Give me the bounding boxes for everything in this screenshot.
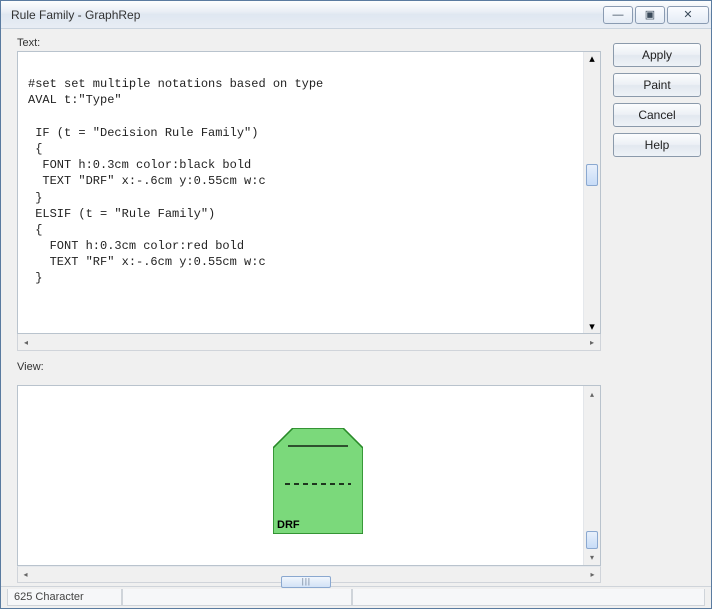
- view-vscroll-thumb[interactable]: [586, 531, 598, 549]
- view-panel[interactable]: DRF ▴ ▾: [17, 385, 601, 566]
- graph-shape: DRF: [273, 428, 363, 534]
- scroll-left-icon[interactable]: ◂: [19, 336, 33, 349]
- window-title: Rule Family - GraphRep: [11, 8, 140, 22]
- view-scroll-right-icon[interactable]: ▸: [585, 568, 600, 582]
- apply-button[interactable]: Apply: [613, 43, 701, 67]
- cancel-button[interactable]: Cancel: [613, 103, 701, 127]
- statusbar: 625 Character: [1, 586, 711, 608]
- text-scroll-thumb[interactable]: [586, 164, 598, 186]
- view-label: View:: [17, 361, 601, 373]
- shape-label: DRF: [277, 519, 300, 531]
- minimize-button[interactable]: —: [603, 6, 633, 24]
- scroll-grip-icon: |||: [302, 577, 311, 586]
- scroll-down-icon[interactable]: ▾: [589, 320, 595, 333]
- close-button[interactable]: ✕: [667, 6, 709, 24]
- view-hscroll[interactable]: ◂ ||| ▸: [17, 566, 601, 583]
- view-wrap: DRF ▴ ▾ ◂ ||| ▸: [17, 385, 601, 583]
- help-button[interactable]: Help: [613, 133, 701, 157]
- minimize-icon: —: [613, 9, 624, 21]
- scroll-up-icon[interactable]: ▴: [589, 52, 595, 65]
- maximize-icon: ▣: [645, 8, 655, 21]
- window-controls: — ▣ ✕: [601, 6, 709, 24]
- code-editor[interactable]: #set set multiple notations based on typ…: [17, 51, 601, 334]
- status-cell-3: [352, 589, 705, 606]
- maximize-button[interactable]: ▣: [635, 6, 665, 24]
- status-char-count: 625 Character: [7, 589, 122, 606]
- scroll-right-icon[interactable]: ▸: [585, 336, 599, 349]
- text-label: Text:: [17, 37, 601, 49]
- view-scroll-up-icon[interactable]: ▴: [585, 387, 600, 401]
- view-vscroll-track[interactable]: [584, 401, 600, 550]
- text-vscroll[interactable]: ▴ ▾: [583, 52, 600, 333]
- view-hscroll-thumb[interactable]: |||: [281, 576, 331, 588]
- close-icon: ✕: [683, 8, 692, 21]
- text-editor-wrap: #set set multiple notations based on typ…: [17, 51, 601, 351]
- titlebar[interactable]: Rule Family - GraphRep — ▣ ✕: [1, 1, 711, 29]
- window-root: Rule Family - GraphRep — ▣ ✕ Text: #set …: [0, 0, 712, 609]
- left-column: Text: #set set multiple notations based …: [17, 37, 601, 584]
- view-vscroll[interactable]: ▴ ▾: [583, 386, 600, 565]
- action-column: Apply Paint Cancel Help: [613, 37, 701, 584]
- view-scroll-down-icon[interactable]: ▾: [585, 550, 600, 564]
- paint-button[interactable]: Paint: [613, 73, 701, 97]
- status-cell-2: [122, 589, 352, 606]
- view-scroll-left-icon[interactable]: ◂: [18, 568, 33, 582]
- text-hscroll[interactable]: ◂ ▸: [17, 334, 601, 351]
- body-area: Text: #set set multiple notations based …: [1, 29, 711, 586]
